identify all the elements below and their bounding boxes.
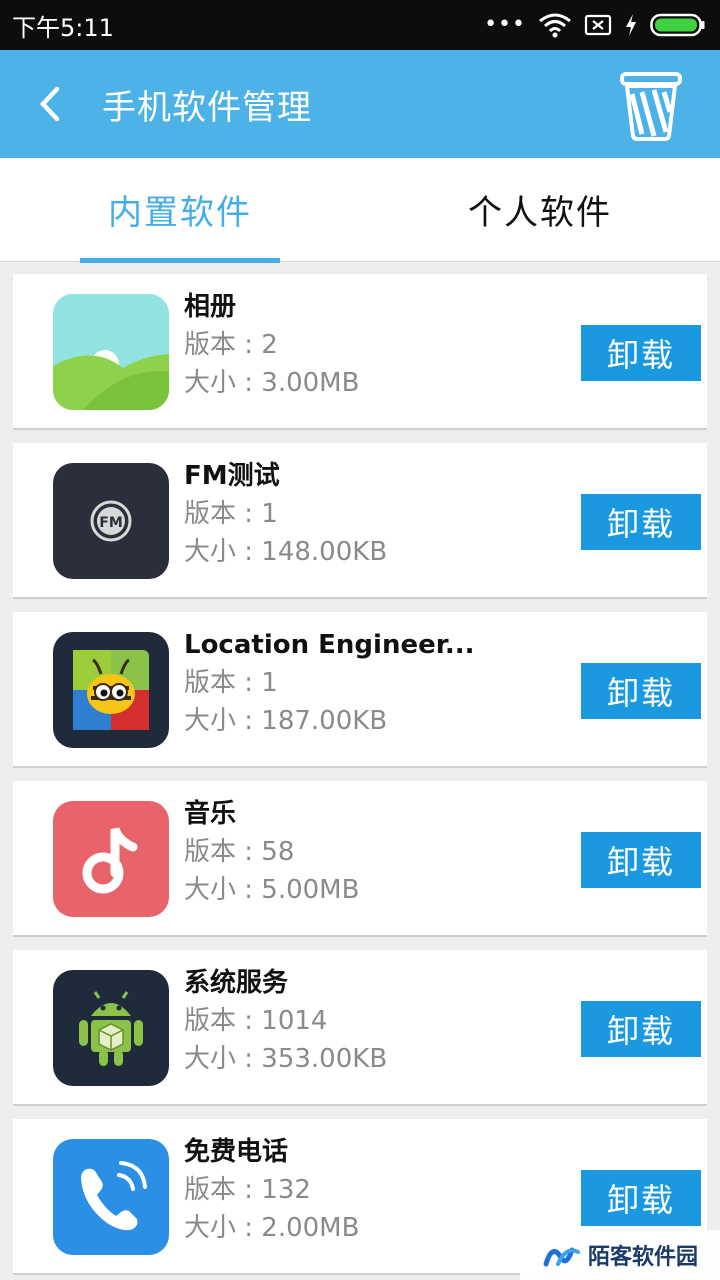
charging-bolt-icon — [626, 14, 636, 36]
fm-radio-icon: FM — [53, 463, 169, 579]
chevron-left-icon — [39, 86, 60, 122]
more-dots-icon: ••• — [484, 12, 526, 37]
gallery-icon — [53, 294, 169, 410]
back-button[interactable] — [12, 50, 88, 158]
status-icons: ••• — [484, 12, 706, 38]
app-size: 大小 : 187.00KB — [184, 706, 388, 736]
trash-icon — [620, 72, 682, 141]
trash-button[interactable] — [618, 70, 684, 142]
uninstall-button[interactable]: 卸载 — [581, 663, 701, 719]
uninstall-button[interactable]: 卸载 — [581, 1001, 701, 1057]
status-bar: 下午5:11 ••• — [0, 0, 720, 50]
app-name: 相册 — [184, 292, 237, 322]
tab-bar: 内置软件 个人软件 — [0, 158, 720, 263]
app-version: 版本 : 1 — [184, 668, 278, 698]
app-list: 相册 版本 : 2 大小 : 3.00MB 卸载 FM FM测试 版本 : 1 … — [0, 262, 720, 1275]
list-item: 系统服务 版本 : 1014 大小 : 353.00KB 卸载 — [13, 950, 707, 1106]
uninstall-button[interactable]: 卸载 — [581, 494, 701, 550]
app-info: 音乐 版本 : 58 大小 : 5.00MB — [184, 795, 359, 909]
app-size: 大小 : 148.00KB — [184, 537, 388, 567]
list-item: FM FM测试 版本 : 1 大小 : 148.00KB 卸载 — [13, 443, 707, 599]
app-info: 免费电话 版本 : 132 大小 : 2.00MB — [184, 1133, 359, 1247]
list-item: 音乐 版本 : 58 大小 : 5.00MB 卸载 — [13, 781, 707, 937]
app-name: Location Engineer... — [184, 630, 475, 660]
app-name: 音乐 — [184, 799, 237, 829]
list-item: 相册 版本 : 2 大小 : 3.00MB 卸载 — [13, 274, 707, 430]
app-name: 免费电话 — [184, 1137, 289, 1167]
app-version: 版本 : 132 — [184, 1175, 311, 1205]
app-info: 系统服务 版本 : 1014 大小 : 353.00KB — [184, 964, 387, 1078]
app-size: 大小 : 3.00MB — [184, 368, 360, 398]
tab-indicator — [80, 258, 280, 263]
page-title: 手机软件管理 — [102, 87, 312, 128]
app-version: 版本 : 2 — [184, 330, 278, 360]
app-name: FM测试 — [184, 461, 280, 491]
app-version: 版本 : 1 — [184, 499, 278, 529]
phone-call-icon — [53, 1139, 169, 1255]
wifi-icon — [539, 13, 571, 38]
list-item: Location Engineer... 版本 : 1 大小 : 187.00K… — [13, 612, 707, 768]
no-sim-icon — [584, 14, 612, 36]
app-version: 版本 : 58 — [184, 837, 295, 867]
watermark-logo-icon — [543, 1247, 580, 1267]
app-bar: 手机软件管理 — [0, 50, 720, 158]
uninstall-button[interactable]: 卸载 — [581, 832, 701, 888]
status-time: 下午5:11 — [12, 13, 114, 42]
bee-icon — [53, 632, 169, 748]
app-info: Location Engineer... 版本 : 1 大小 : 187.00K… — [184, 626, 474, 740]
tab-builtin[interactable]: 内置软件 — [0, 158, 360, 261]
tab-personal[interactable]: 个人软件 — [360, 158, 720, 261]
app-info: FM测试 版本 : 1 大小 : 148.00KB — [184, 457, 387, 571]
app-size: 大小 : 5.00MB — [184, 875, 360, 905]
uninstall-button[interactable]: 卸载 — [581, 1170, 701, 1226]
app-info: 相册 版本 : 2 大小 : 3.00MB — [184, 288, 359, 402]
watermark: 陌客软件园 — [520, 1230, 720, 1280]
svg-text:FM: FM — [99, 515, 123, 531]
android-robot-icon — [53, 970, 169, 1086]
app-size: 大小 : 2.00MB — [184, 1213, 360, 1243]
music-note-icon — [53, 801, 169, 917]
battery-icon — [650, 13, 705, 37]
app-size: 大小 : 353.00KB — [184, 1044, 388, 1074]
watermark-text: 陌客软件园 — [587, 1244, 698, 1270]
app-version: 版本 : 1014 — [184, 1006, 328, 1036]
uninstall-button[interactable]: 卸载 — [581, 325, 701, 381]
app-name: 系统服务 — [184, 968, 289, 998]
